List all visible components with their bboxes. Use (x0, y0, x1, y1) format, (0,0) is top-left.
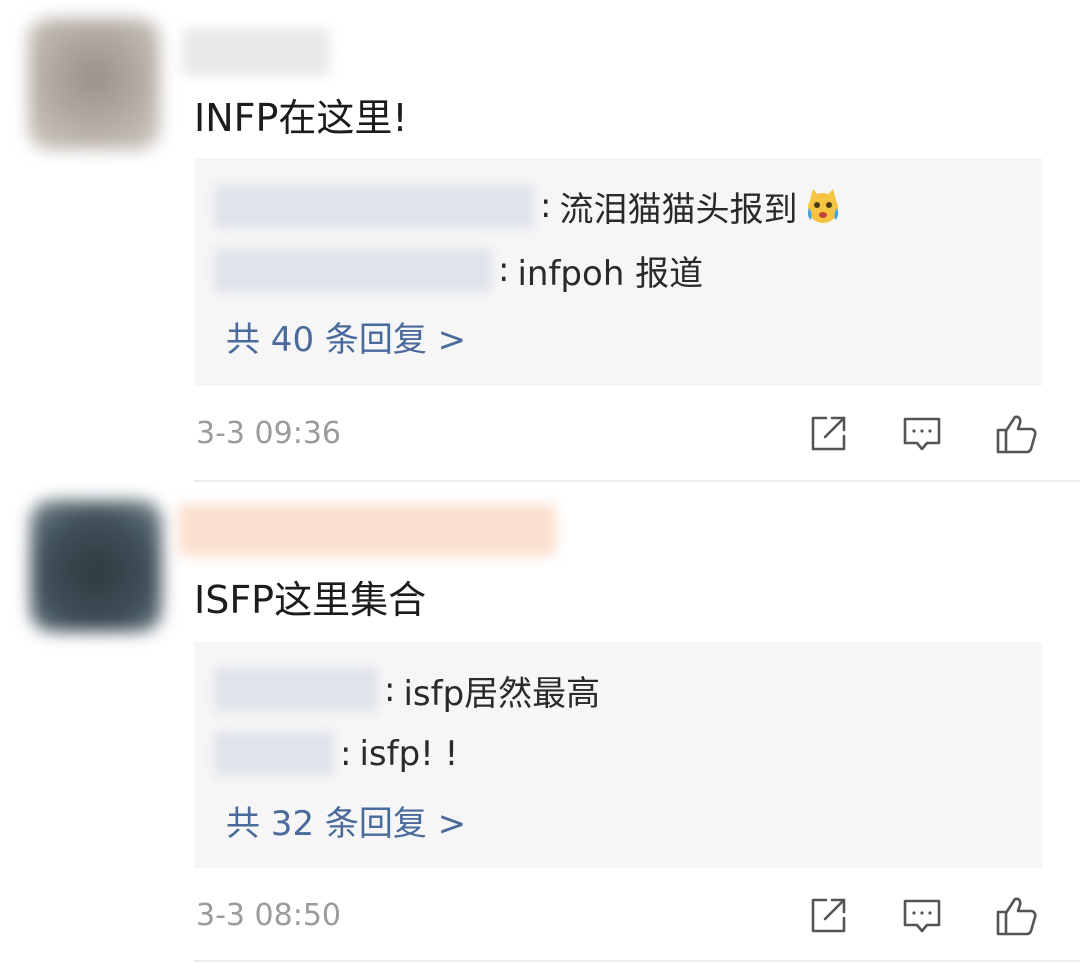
reply-text: infpoh 报道 (517, 253, 704, 294)
reply-separator: : (340, 734, 352, 774)
reply-text: isfp! ! (359, 734, 459, 774)
avatar[interactable] (28, 18, 160, 150)
share-icon[interactable] (806, 412, 850, 456)
share-icon[interactable] (806, 894, 850, 938)
avatar[interactable] (30, 500, 162, 632)
reply-username[interactable] (214, 668, 378, 712)
view-all-replies-link[interactable]: 共 32 条回复 > (226, 800, 466, 848)
comment-timestamp: 3-3 08:50 (196, 898, 341, 933)
like-icon[interactable] (994, 894, 1038, 938)
reply-item[interactable]: : isfp! ! (214, 730, 458, 778)
comment-item: INFP在这里! : 流泪猫猫头报到 : infpoh 报道 共 40 条回复 … (0, 0, 1080, 482)
comment-icon[interactable] (900, 894, 944, 938)
username[interactable] (182, 28, 330, 76)
reply-username[interactable] (214, 184, 534, 228)
username[interactable] (178, 504, 556, 556)
reply-item[interactable]: : isfp居然最高 (214, 666, 600, 714)
like-icon[interactable] (994, 412, 1038, 456)
comment-text: INFP在这里! (194, 96, 408, 140)
reply-preview-box[interactable]: : 流泪猫猫头报到 : infpoh 报道 共 40 条回复 > (194, 158, 1042, 386)
reply-username[interactable] (214, 248, 492, 292)
reply-text: 流泪猫猫头报到 (559, 189, 798, 230)
view-all-replies-link[interactable]: 共 40 条回复 > (226, 316, 466, 364)
divider (194, 960, 1080, 962)
reply-separator: : (384, 670, 396, 710)
reply-username[interactable] (214, 732, 334, 776)
reply-item[interactable]: : infpoh 报道 (214, 246, 703, 294)
comment-timestamp: 3-3 09:36 (196, 416, 341, 451)
reply-item[interactable]: : 流泪猫猫头报到 (214, 182, 843, 230)
comment-icon[interactable] (900, 412, 944, 456)
comment-text: ISFP这里集合 (194, 578, 427, 622)
reply-preview-box[interactable]: : isfp居然最高 : isfp! ! 共 32 条回复 > (194, 642, 1042, 868)
comment-item: ISFP这里集合 : isfp居然最高 : isfp! ! 共 32 条回复 >… (0, 482, 1080, 968)
reply-text: isfp居然最高 (403, 673, 601, 714)
reply-separator: : (498, 250, 510, 290)
crying-cat-face-emoji (803, 186, 843, 226)
reply-separator: : (540, 186, 552, 226)
